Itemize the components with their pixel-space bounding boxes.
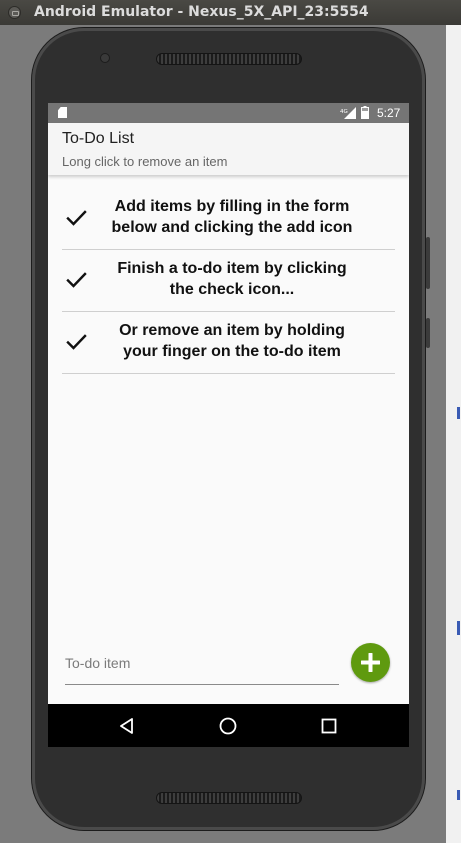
check-icon[interactable] [64, 268, 88, 292]
todo-text-line: Finish a to-do item by clicking [117, 260, 347, 277]
bottom-speaker [156, 792, 302, 804]
front-camera [100, 53, 110, 63]
window-close-icon[interactable] [8, 6, 21, 19]
window-title: Android Emulator - Nexus_5X_API_23:5554 [34, 4, 369, 20]
todo-text-line: your finger on the to-do item [123, 343, 341, 360]
network-type: 4G [340, 109, 348, 115]
app-title: To-Do List [62, 130, 135, 147]
signal-icon: 4G [340, 107, 356, 119]
emulator-title-bar: Android Emulator - Nexus_5X_API_23:5554 [0, 0, 461, 25]
check-icon[interactable] [64, 206, 88, 230]
todo-text-line: the check icon... [169, 281, 295, 298]
todo-input-container [65, 648, 339, 685]
todo-item[interactable]: Finish a to-do item by clicking the chec… [62, 250, 395, 312]
todo-list: Add items by filling in the form below a… [62, 188, 395, 374]
todo-text: Finish a to-do item by clicking the chec… [98, 258, 366, 300]
recents-icon[interactable] [318, 715, 340, 737]
power-button[interactable] [426, 318, 430, 348]
top-speaker [156, 53, 302, 65]
home-icon[interactable] [217, 715, 239, 737]
battery-icon [361, 106, 369, 119]
status-bar: 4G 5:27 [48, 103, 409, 123]
sd-card-icon [58, 107, 67, 118]
status-time: 5:27 [377, 106, 401, 120]
back-icon[interactable] [116, 715, 138, 737]
add-button[interactable] [351, 643, 390, 682]
todo-text-line: below and clicking the add icon [111, 219, 353, 236]
navigation-bar [48, 704, 409, 747]
todo-item[interactable]: Add items by filling in the form below a… [62, 188, 395, 250]
todo-text-line: Add items by filling in the form [114, 198, 350, 215]
todo-item[interactable]: Or remove an item by holding your finger… [62, 312, 395, 374]
volume-button[interactable] [426, 237, 430, 289]
todo-text: Or remove an item by holding your finger… [98, 320, 366, 362]
check-icon[interactable] [64, 330, 88, 354]
background-window-edge [446, 25, 461, 843]
todo-item-input[interactable] [65, 648, 335, 678]
app-subtitle: Long click to remove an item [62, 154, 228, 169]
app-bar: To-Do List Long click to remove an item [48, 123, 409, 175]
todo-text: Add items by filling in the form below a… [98, 196, 366, 238]
add-circle-icon [361, 653, 380, 672]
todo-text-line: Or remove an item by holding [119, 322, 345, 339]
device-screen: 4G 5:27 To-Do List Long click to remove … [48, 103, 409, 747]
